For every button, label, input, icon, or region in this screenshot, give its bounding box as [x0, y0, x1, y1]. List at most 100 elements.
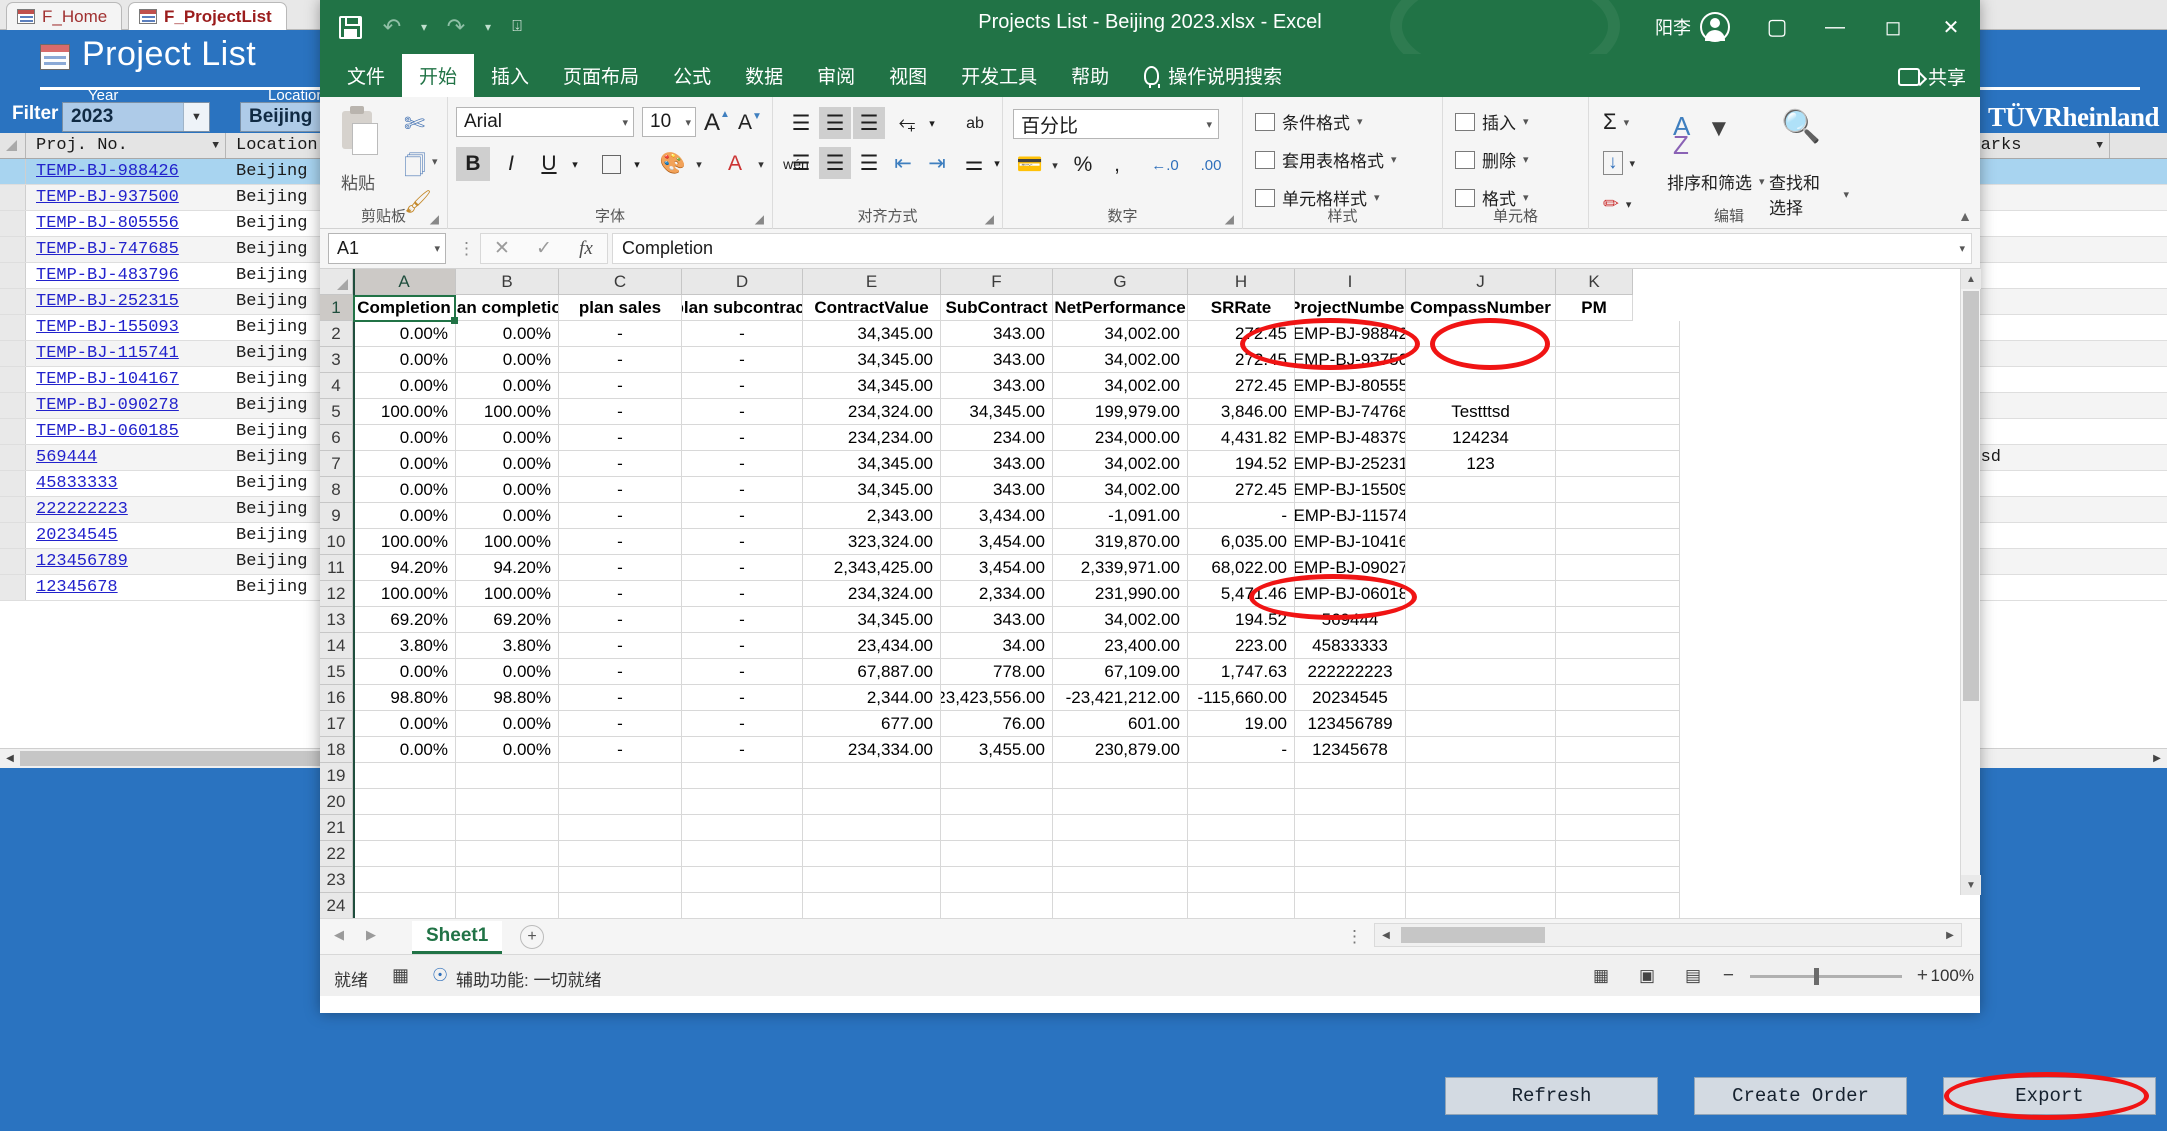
cell-C10[interactable]: - — [559, 529, 682, 555]
chevron-down-icon[interactable]: ▾ — [1523, 191, 1529, 204]
zoom-out-icon[interactable]: − — [1723, 965, 1734, 987]
excel-title-bar[interactable]: ↶ ▾ ↷ ▾ ⍗ Projects List - Beijing 2023.x… — [320, 0, 1980, 54]
chevron-down-icon[interactable]: ▾ — [622, 116, 628, 129]
row-header-20[interactable]: 20 — [320, 789, 353, 815]
cell-H23[interactable] — [1188, 867, 1295, 893]
cell-J6[interactable]: 124234 — [1406, 425, 1556, 451]
cell-A5[interactable]: 100.00% — [353, 399, 456, 425]
row-selector[interactable] — [0, 185, 26, 210]
chevron-down-icon[interactable]: ▾ — [1357, 115, 1363, 128]
font-color-dropdown-icon[interactable]: ▾ — [752, 149, 770, 179]
cell-J16[interactable] — [1406, 685, 1556, 711]
cell-E14[interactable]: 23,434.00 — [803, 633, 941, 659]
cell-B19[interactable] — [456, 763, 559, 789]
cell-E9[interactable]: 2,343.00 — [803, 503, 941, 529]
row-header-24[interactable]: 24 — [320, 893, 353, 918]
cell-A15[interactable]: 0.00% — [353, 659, 456, 685]
cell-E21[interactable] — [803, 815, 941, 841]
cell-D20[interactable] — [682, 789, 803, 815]
cell-B9[interactable]: 0.00% — [456, 503, 559, 529]
spreadsheet-grid[interactable]: ABCDEFGHIJK 1 2 3 4 5 6 7 8 9 10 11 12 13 14 15 16 17 18 1… — [320, 269, 1980, 918]
cell-B6[interactable]: 0.00% — [456, 425, 559, 451]
bold-button[interactable]: B — [456, 147, 490, 181]
cell-K7[interactable] — [1556, 451, 1680, 477]
cell-I18[interactable]: 12345678 — [1295, 737, 1406, 763]
cell-E12[interactable]: 234,324.00 — [803, 581, 941, 607]
cell-I21[interactable] — [1295, 815, 1406, 841]
cell-C19[interactable] — [559, 763, 682, 789]
cell-proj-no[interactable]: TEMP-BJ-747685 — [26, 237, 226, 262]
cell-E16[interactable]: 2,344.00 — [803, 685, 941, 711]
decrease-font-size-icon[interactable]: A ▼ — [738, 111, 762, 135]
cell-A9[interactable]: 0.00% — [353, 503, 456, 529]
cell-E22[interactable] — [803, 841, 941, 867]
row-header-9[interactable]: 9 — [320, 503, 353, 529]
cell-K20[interactable] — [1556, 789, 1680, 815]
cell-proj-no[interactable]: 222222223 — [26, 497, 226, 522]
ribbon-tab-file[interactable]: 文件 — [330, 54, 402, 97]
cell-I6[interactable]: TEMP-BJ-483796 — [1295, 425, 1406, 451]
cell-J5[interactable]: Testttsd — [1406, 399, 1556, 425]
row-header-2[interactable]: 2 — [320, 321, 353, 347]
underline-dropdown-icon[interactable]: ▾ — [566, 149, 584, 179]
cell-E4[interactable]: 34,345.00 — [803, 373, 941, 399]
ribbon-display-options-icon[interactable]: ▢ — [1748, 0, 1806, 54]
merge-center-icon[interactable]: ⚌ — [957, 147, 991, 179]
cell-G3[interactable]: 34,002.00 — [1053, 347, 1188, 373]
cell-C17[interactable]: - — [559, 711, 682, 737]
column-header-k[interactable]: K — [1556, 269, 1633, 295]
page-break-view-icon[interactable]: ▤ — [1680, 965, 1706, 987]
cell-E5[interactable]: 234,324.00 — [803, 399, 941, 425]
percent-style-icon[interactable]: % — [1067, 149, 1099, 181]
row-header-8[interactable]: 8 — [320, 477, 353, 503]
cell-C22[interactable] — [559, 841, 682, 867]
cell-header-C1[interactable]: plan sales — [559, 295, 682, 321]
cell-H22[interactable] — [1188, 841, 1295, 867]
cell-E24[interactable] — [803, 893, 941, 918]
row-selector[interactable] — [0, 471, 26, 496]
cell-I12[interactable]: TEMP-BJ-060185 — [1295, 581, 1406, 607]
cell-header-G1[interactable]: NetPerformance — [1053, 295, 1188, 321]
cell-A24[interactable] — [353, 893, 456, 918]
cell-F5[interactable]: 34,345.00 — [941, 399, 1053, 425]
cell-A10[interactable]: 100.00% — [353, 529, 456, 555]
cell-E18[interactable]: 234,334.00 — [803, 737, 941, 763]
cell-I17[interactable]: 123456789 — [1295, 711, 1406, 737]
cell-H16[interactable]: -115,660.00 — [1188, 685, 1295, 711]
cell-G23[interactable] — [1053, 867, 1188, 893]
cell-K3[interactable] — [1556, 347, 1680, 373]
scrollbar-thumb[interactable] — [1401, 927, 1545, 943]
row-header-10[interactable]: 10 — [320, 529, 353, 555]
cell-A3[interactable]: 0.00% — [353, 347, 456, 373]
cell-I15[interactable]: 222222223 — [1295, 659, 1406, 685]
cell-C16[interactable]: - — [559, 685, 682, 711]
cell-I20[interactable] — [1295, 789, 1406, 815]
font-color-icon[interactable]: A — [718, 147, 752, 181]
select-all-corner[interactable] — [0, 133, 26, 158]
cell-E11[interactable]: 2,343,425.00 — [803, 555, 941, 581]
chevron-down-icon[interactable]: ▾ — [1523, 153, 1529, 166]
row-selector[interactable] — [0, 549, 26, 574]
tell-me-search[interactable]: 操作说明搜索 — [1126, 54, 1282, 97]
cell-B15[interactable]: 0.00% — [456, 659, 559, 685]
cell-J4[interactable] — [1406, 373, 1556, 399]
recording-macro-icon[interactable]: ▦ — [392, 965, 409, 986]
column-header-e[interactable]: E — [803, 269, 941, 295]
cell-H5[interactable]: 3,846.00 — [1188, 399, 1295, 425]
cell-G9[interactable]: -1,091.00 — [1053, 503, 1188, 529]
ribbon-tab-page-layout[interactable]: 页面布局 — [546, 54, 656, 97]
cell-B8[interactable]: 0.00% — [456, 477, 559, 503]
borders-icon[interactable] — [594, 147, 628, 181]
cell-D17[interactable]: - — [682, 711, 803, 737]
cell-proj-no[interactable]: TEMP-BJ-104167 — [26, 367, 226, 392]
cell-F16[interactable]: 23,423,556.00 — [941, 685, 1053, 711]
search-icon[interactable]: 🔍 — [1781, 107, 1821, 145]
collapse-ribbon-icon[interactable]: ▲ — [1958, 208, 1972, 224]
cell-K17[interactable] — [1556, 711, 1680, 737]
cell-D15[interactable]: - — [682, 659, 803, 685]
sheet-navigation[interactable]: ◀ ▶ — [334, 927, 376, 943]
cell-K10[interactable] — [1556, 529, 1680, 555]
cell-A17[interactable]: 0.00% — [353, 711, 456, 737]
align-left-icon[interactable]: ☰ — [785, 147, 817, 179]
accessibility-icon[interactable]: ☉ — [432, 965, 448, 986]
